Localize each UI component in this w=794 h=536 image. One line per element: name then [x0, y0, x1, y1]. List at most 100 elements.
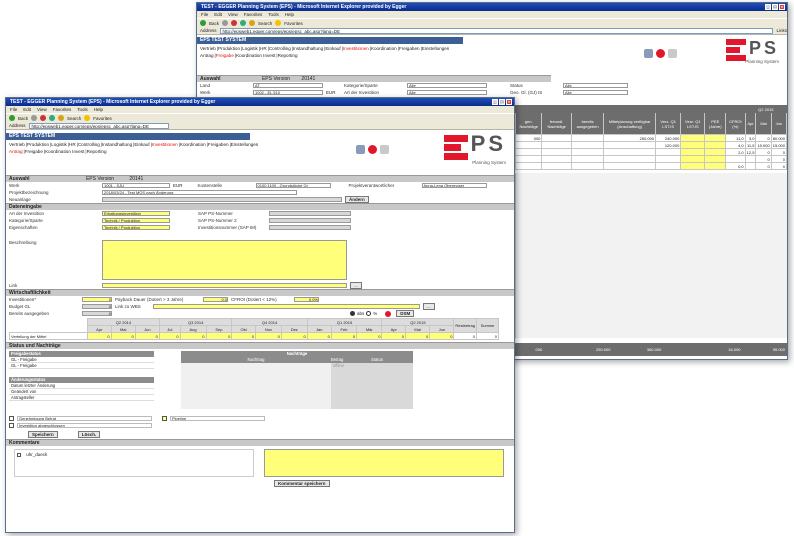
favorites-button-label[interactable]: Favorites: [93, 116, 112, 121]
favorites-star-icon[interactable]: [84, 115, 91, 121]
minimize-icon[interactable]: _: [765, 4, 771, 10]
nav-instandhaltung[interactable]: Instandhaltung: [293, 46, 323, 51]
nav-freigabe[interactable]: Freigabe: [216, 53, 234, 58]
link-wbs-browse-button[interactable]: ...: [423, 303, 435, 310]
nav-investitionen[interactable]: Investitionen: [343, 46, 369, 51]
nav-antrag[interactable]: Antrag: [9, 149, 23, 154]
nav-freigabe[interactable]: Freigabe: [25, 149, 43, 154]
filter-werk-select[interactable]: 1002 - EL 510: [253, 90, 323, 95]
stop-icon[interactable]: [231, 20, 238, 26]
sap-ps-nummer-2-input[interactable]: [269, 218, 351, 223]
link-wbs-input[interactable]: [153, 304, 420, 309]
verteilung-cell[interactable]: 0: [381, 332, 407, 340]
filter-land-select[interactable]: AT: [253, 83, 323, 88]
verteilung-cell[interactable]: 0: [306, 332, 332, 340]
verteilung-cell[interactable]: 0: [158, 332, 181, 340]
abgeschlossen-checkbox[interactable]: [9, 423, 14, 428]
kategorie-sparte-select[interactable]: Technik / Produktion: [102, 218, 170, 223]
menu-edit[interactable]: Edit: [23, 106, 31, 113]
nav-einstellungen[interactable]: Einstellungen: [231, 142, 259, 147]
verteilung-cell[interactable]: 0: [405, 332, 431, 340]
menu-view[interactable]: View: [37, 106, 47, 113]
verteilung-cell[interactable]: 0: [429, 332, 455, 340]
menu-file[interactable]: File: [10, 106, 17, 113]
refresh-icon[interactable]: [240, 20, 247, 26]
verteilung-cell[interactable]: 0: [134, 332, 160, 340]
help-icon[interactable]: [368, 145, 377, 154]
help-icon[interactable]: [656, 49, 665, 58]
nav-vertrieb[interactable]: Vertrieb: [9, 142, 25, 147]
eigenschaften-select[interactable]: Technik / Produktion: [102, 225, 170, 230]
verteilung-cell[interactable]: 0: [330, 332, 358, 340]
nav-hr[interactable]: HR: [260, 46, 267, 51]
nav-koordination[interactable]: Koordination: [180, 142, 206, 147]
favorites-button-label[interactable]: Favorites: [284, 21, 303, 26]
werk-select[interactable]: 1001 - SJU: [102, 183, 170, 188]
verteilung-cell[interactable]: 0: [280, 332, 308, 340]
verteilung-cell[interactable]: 0: [254, 332, 282, 340]
nav-controlling[interactable]: Controlling: [78, 142, 100, 147]
nav-controlling[interactable]: Controlling: [269, 46, 291, 51]
menu-favorites[interactable]: Favorites: [53, 106, 72, 113]
nav-logistik[interactable]: Logistik: [242, 46, 258, 51]
filter-kategorie-select[interactable]: Alle: [407, 83, 487, 88]
speichern-button[interactable]: Speichern: [28, 430, 58, 438]
address-input[interactable]: http://epsweb1.egger.com/eps/eps/epsc_ab…: [28, 122, 169, 129]
nav-investitionen[interactable]: Investitionen: [152, 142, 178, 147]
menu-view[interactable]: View: [228, 11, 238, 18]
logout-icon[interactable]: [380, 145, 389, 154]
link-input[interactable]: [102, 283, 347, 288]
back-button-label[interactable]: Back: [18, 116, 28, 121]
dsm-button[interactable]: DSM: [396, 310, 415, 317]
home-icon[interactable]: [58, 115, 65, 121]
menu-tools[interactable]: Tools: [77, 106, 88, 113]
filter-geo-select[interactable]: Alle: [563, 90, 628, 95]
nav-reporting[interactable]: Reporting: [278, 53, 298, 58]
menu-help[interactable]: Help: [285, 11, 294, 18]
projektverantwortlicher-select[interactable]: Anna-Lena Obermoser: [421, 183, 487, 188]
nav-freigaben[interactable]: Freigaben: [208, 142, 229, 147]
nav-reporting[interactable]: Reporting: [87, 149, 107, 154]
investitionen-input[interactable]: 0: [82, 297, 112, 302]
nav-antrag[interactable]: Antrag: [200, 53, 214, 58]
forward-arrow-icon[interactable]: [222, 20, 229, 26]
kommentar-textarea[interactable]: [264, 449, 504, 477]
nav-einkauf[interactable]: Einkauf: [134, 142, 149, 147]
kostenstelle-select[interactable]: 0100 1100 - Grundstücke Gr: [255, 183, 331, 188]
stop-icon[interactable]: [40, 115, 47, 121]
back-arrow-icon[interactable]: [200, 20, 206, 26]
verteilung-cell[interactable]: 0: [356, 332, 383, 340]
investitionsnummer-input[interactable]: [269, 225, 351, 230]
aendern-button[interactable]: Ändern: [345, 196, 369, 203]
nav-einstellungen[interactable]: Einstellungen: [422, 46, 450, 51]
kommentar-speichern-button[interactable]: Kommentar speichern: [274, 480, 330, 487]
art-investition-select[interactable]: Erhaltungsinvestition: [102, 211, 170, 216]
maximize-icon[interactable]: □: [772, 4, 778, 10]
close-icon[interactable]: ×: [506, 99, 512, 105]
refresh-icon[interactable]: [49, 115, 56, 121]
nav-vertrieb[interactable]: Vertrieb: [200, 46, 216, 51]
pipeline-checkbox[interactable]: [162, 416, 167, 421]
nav-freigaben[interactable]: Freigaben: [399, 46, 420, 51]
beschreibung-textarea[interactable]: [102, 240, 347, 280]
logout-icon[interactable]: [668, 49, 677, 58]
neuanlage-input[interactable]: [102, 197, 342, 202]
nav-instandhaltung[interactable]: Instandhaltung: [102, 142, 132, 147]
genehmigung-checkbox[interactable]: [9, 416, 14, 421]
forward-arrow-icon[interactable]: [31, 115, 38, 121]
sap-ps-nummer-input[interactable]: [269, 211, 351, 216]
nav-produktion[interactable]: Produktion: [27, 142, 49, 147]
close-icon[interactable]: ×: [779, 4, 785, 10]
menu-tools[interactable]: Tools: [268, 11, 279, 18]
nav-produktion[interactable]: Produktion: [218, 46, 240, 51]
radio-pct-icon[interactable]: [366, 311, 372, 316]
verteilung-cell[interactable]: 0: [205, 332, 233, 340]
verteilung-cell[interactable]: 0: [179, 332, 207, 340]
maximize-icon[interactable]: □: [499, 99, 505, 105]
verteilung-cell[interactable]: 0: [231, 332, 256, 340]
address-input[interactable]: http://epsweb1.egger.com/eps/eps/epsc_ab…: [219, 27, 774, 34]
favorites-star-icon[interactable]: [275, 20, 282, 26]
nav-koordination[interactable]: Koordination: [371, 46, 397, 51]
nav-hr[interactable]: HR: [69, 142, 76, 147]
minimize-icon[interactable]: _: [492, 99, 498, 105]
